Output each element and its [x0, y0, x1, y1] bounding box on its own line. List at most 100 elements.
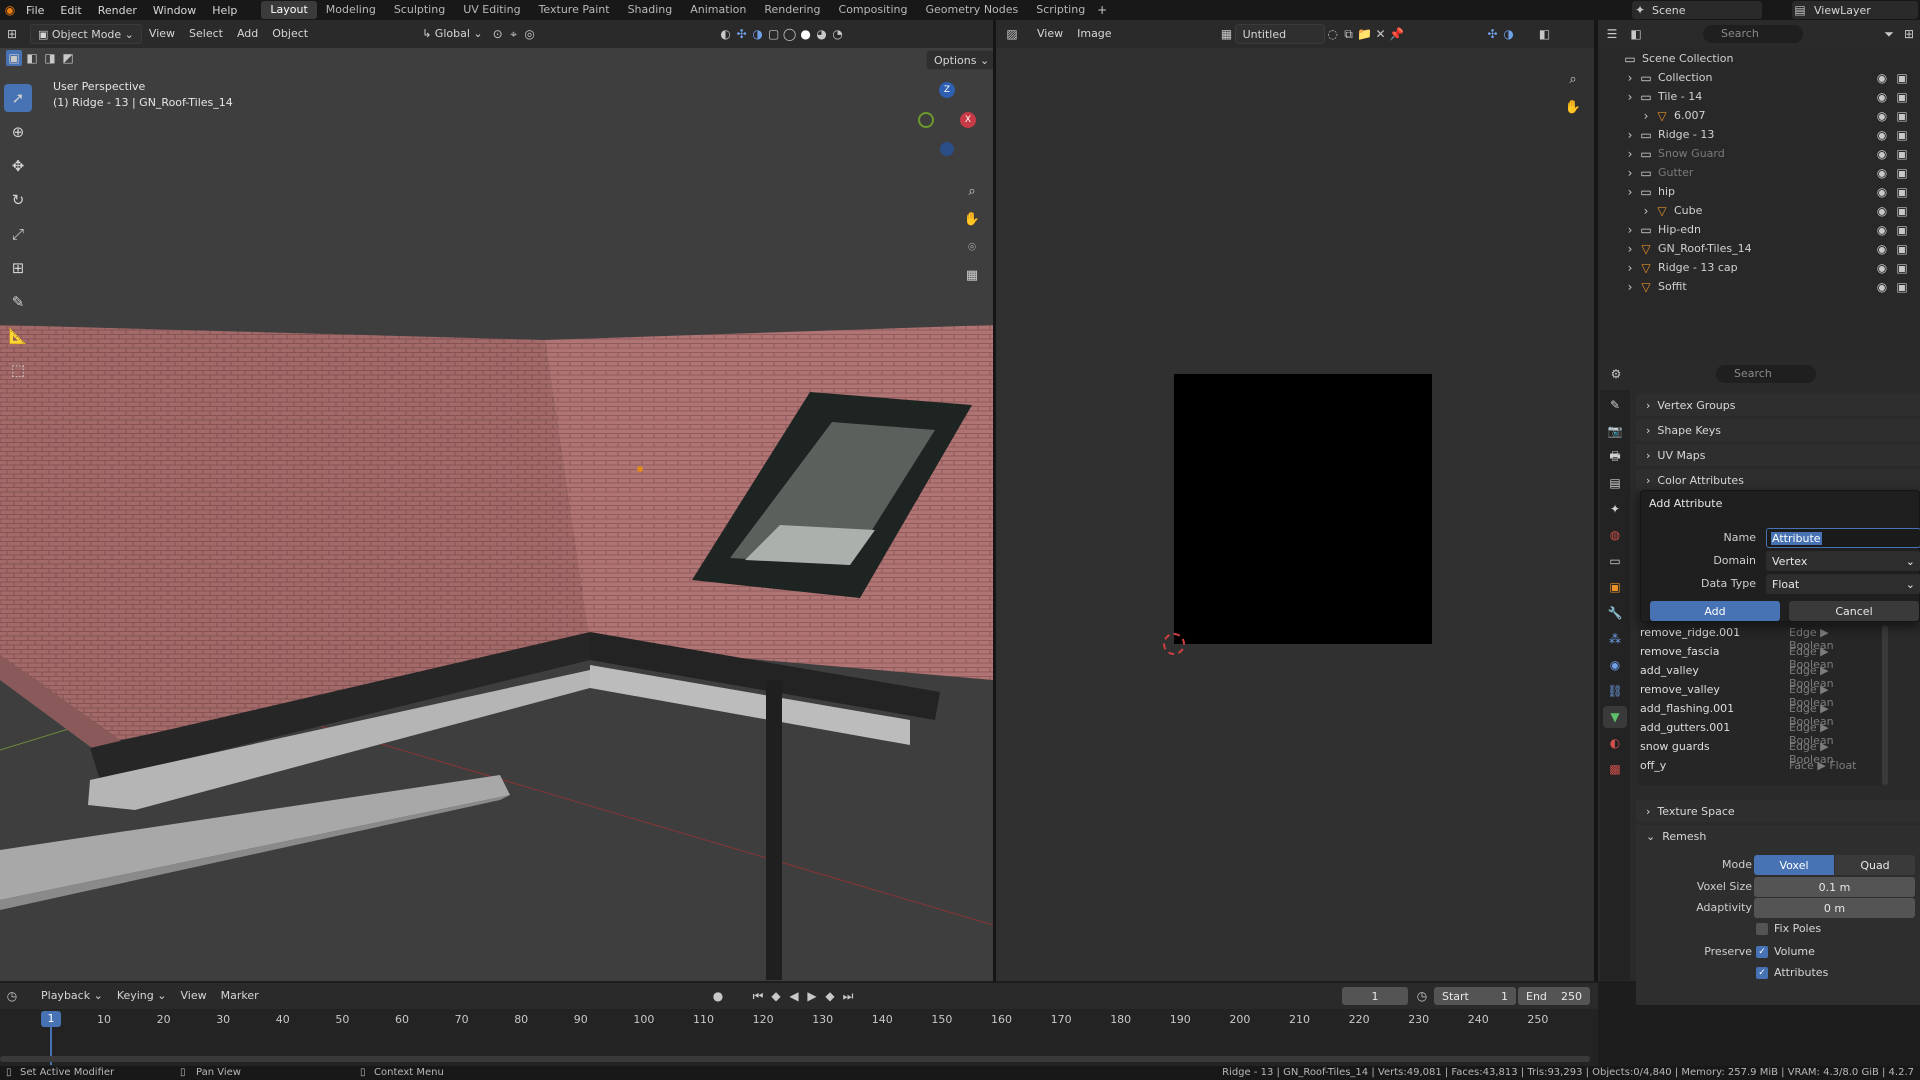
attribute-list-item[interactable]: add_gutters.001 Edge ▶ Boolean [1640, 721, 1875, 747]
render-tab-icon[interactable]: 📷 [1603, 420, 1627, 442]
timeline-scrollbar[interactable] [0, 1056, 1590, 1062]
eye-icon[interactable]: ◉ [1874, 241, 1890, 257]
eye-icon[interactable]: ◉ [1874, 279, 1890, 295]
tab-geometry-nodes[interactable]: Geometry Nodes [916, 1, 1027, 19]
disclosure-triangle-icon[interactable]: › [1622, 279, 1638, 295]
select-subtract-icon[interactable]: ◨ [42, 50, 58, 66]
attribute-list-item[interactable]: add_valley Edge ▶ Boolean [1640, 664, 1875, 690]
outliner-item[interactable]: › ▭ Collection ◉ ▣ [1598, 68, 1920, 87]
menu-keying[interactable]: Keying ⌄ [110, 986, 174, 1006]
properties-type-icon[interactable]: ⚙ [1608, 366, 1624, 382]
select-box-tool-icon[interactable]: ➚ [4, 84, 32, 112]
camera-icon[interactable]: ▣ [1894, 279, 1910, 295]
image-pan-icon[interactable]: ✋ [1562, 96, 1584, 118]
eye-icon[interactable]: ◉ [1874, 203, 1890, 219]
panel-shape-keys[interactable]: › Shape Keys [1636, 419, 1920, 441]
jump-next-keyframe-icon[interactable]: ◆ [822, 988, 838, 1004]
attribute-list-item[interactable]: add_flashing.001 Edge ▶ Boolean [1640, 702, 1875, 728]
play-icon[interactable]: ▶ [804, 988, 820, 1004]
options-dropdown[interactable]: Options ⌄ [926, 50, 993, 70]
disclosure-triangle-icon[interactable] [1606, 51, 1622, 67]
menu-render[interactable]: Render [90, 4, 145, 17]
material-shading-icon[interactable]: ◕ [814, 26, 830, 42]
disclosure-triangle-icon[interactable]: › [1622, 146, 1638, 162]
visibility-icon[interactable]: ◐ [718, 26, 734, 42]
panel-uv-maps[interactable]: › UV Maps [1636, 444, 1920, 466]
constraints-tab-icon[interactable]: ⛓ [1603, 680, 1627, 702]
attribute-list-item[interactable]: off_y Face ▶ Float [1640, 759, 1875, 778]
tab-shading[interactable]: Shading [619, 1, 682, 19]
3d-viewport[interactable]: ⊞ ▣ Object Mode ⌄ View Select Add Object… [0, 20, 993, 981]
new-collection-icon[interactable]: ⊞ [1901, 26, 1917, 42]
eye-icon[interactable]: ◉ [1874, 146, 1890, 162]
outliner-item[interactable]: › ▭ Hip-edn ◉ ▣ [1598, 220, 1920, 239]
scene-tab-icon[interactable]: ✦ [1603, 498, 1627, 520]
attribute-list-item[interactable]: remove_valley Edge ▶ Boolean [1640, 683, 1875, 709]
outliner-type-icon[interactable]: ☰ [1604, 26, 1620, 42]
gizmo-toggle-icon[interactable]: ✣ [734, 26, 750, 42]
ortho-grid-icon[interactable]: ▦ [961, 264, 983, 286]
select-new-icon[interactable]: ▣ [6, 50, 22, 66]
scale-tool-icon[interactable]: ⤢ [4, 220, 32, 248]
overlay-icon[interactable]: ◑ [750, 26, 766, 42]
tab-modeling[interactable]: Modeling [317, 1, 385, 19]
wireframe-shading-icon[interactable]: ◯ [782, 26, 798, 42]
image-name-field[interactable]: Untitled [1234, 24, 1325, 44]
camera-icon[interactable]: ▣ [1894, 146, 1910, 162]
rendered-shading-icon[interactable]: ◔ [830, 26, 846, 42]
eye-icon[interactable]: ◉ [1874, 184, 1890, 200]
eye-icon[interactable]: ◉ [1874, 89, 1890, 105]
pan-hand-icon[interactable]: ✋ [961, 208, 983, 230]
editor-type-icon[interactable]: ⊞ [4, 26, 20, 42]
menu-playback[interactable]: Playback ⌄ [34, 986, 110, 1006]
disclosure-triangle-icon[interactable]: › [1622, 260, 1638, 276]
open-image-icon[interactable]: 📁 [1357, 26, 1373, 42]
preserve-volume-checkbox[interactable]: ✓ Volume [1756, 945, 1815, 958]
tab-compositing[interactable]: Compositing [830, 1, 917, 19]
solid-shading-icon[interactable]: ● [798, 26, 814, 42]
unlink-image-icon[interactable]: ✕ [1373, 26, 1389, 42]
preview-range-icon[interactable]: ◷ [1414, 988, 1430, 1004]
image-editor[interactable]: ▨ View Image ▦ Untitled ◌ ⧉ 📁 ✕ 📌 ✣ ◑ ◧ … [996, 20, 1594, 981]
outliner-item[interactable]: › ▽ Soffit ◉ ▣ [1598, 277, 1920, 296]
voxel-size-field[interactable]: 0.1 m [1754, 877, 1915, 897]
disclosure-triangle-icon[interactable]: › [1622, 184, 1638, 200]
camera-view-icon[interactable]: ⌾ [961, 236, 983, 258]
start-frame-field[interactable]: Start 1 [1434, 987, 1516, 1005]
tool-tab-icon[interactable]: ✎ [1603, 394, 1627, 416]
properties-search-input[interactable]: Search [1716, 365, 1816, 383]
menu-edit[interactable]: Edit [52, 4, 89, 17]
camera-icon[interactable]: ▣ [1894, 127, 1910, 143]
eye-icon[interactable]: ◉ [1874, 108, 1890, 124]
tab-sculpting[interactable]: Sculpting [385, 1, 454, 19]
material-tab-icon[interactable]: ◐ [1603, 732, 1627, 754]
add-button[interactable]: Add [1650, 601, 1780, 621]
fix-poles-checkbox[interactable]: Fix Poles [1756, 922, 1821, 935]
timeline-type-icon[interactable]: ◷ [4, 988, 20, 1004]
outliner-item[interactable]: › ▽ Cube ◉ ▣ [1598, 201, 1920, 220]
pivot-icon[interactable]: ⊙ [490, 26, 506, 42]
outliner-item[interactable]: › ▭ hip ◉ ▣ [1598, 182, 1920, 201]
camera-icon[interactable]: ▣ [1894, 165, 1910, 181]
outliner-item[interactable]: › ▽ Ridge - 13 cap ◉ ▣ [1598, 258, 1920, 277]
mode-voxel-button[interactable]: Voxel [1754, 855, 1834, 875]
disclosure-triangle-icon[interactable]: › [1622, 222, 1638, 238]
disclosure-triangle-icon[interactable]: › [1622, 165, 1638, 181]
menu-window[interactable]: Window [145, 4, 204, 17]
fake-user-icon[interactable]: ◌ [1325, 26, 1341, 42]
domain-dropdown[interactable]: Vertex ⌄ [1766, 551, 1920, 571]
proportional-edit-icon[interactable]: ◎ [522, 26, 538, 42]
particles-tab-icon[interactable]: ⁂ [1603, 628, 1627, 650]
attribute-name-input[interactable]: Attribute [1766, 528, 1920, 548]
xray-icon[interactable]: ▢ [766, 26, 782, 42]
output-tab-icon[interactable]: 🖶 [1603, 446, 1627, 468]
image-gizmo-icon[interactable]: ✣ [1485, 26, 1501, 42]
attribute-list-item[interactable]: remove_fascia Edge ▶ Boolean [1640, 645, 1875, 671]
disclosure-triangle-icon[interactable]: › [1622, 89, 1638, 105]
menu-object[interactable]: Object [265, 24, 315, 44]
jump-start-icon[interactable]: ⏮ [750, 988, 766, 1004]
preserve-attributes-checkbox[interactable]: ✓ Attributes [1756, 966, 1828, 979]
add-cube-tool-icon[interactable]: ⬚ [4, 356, 32, 384]
physics-tab-icon[interactable]: ◉ [1603, 654, 1627, 676]
view-layer-selector[interactable]: ▤ ViewLayer [1792, 1, 1918, 19]
